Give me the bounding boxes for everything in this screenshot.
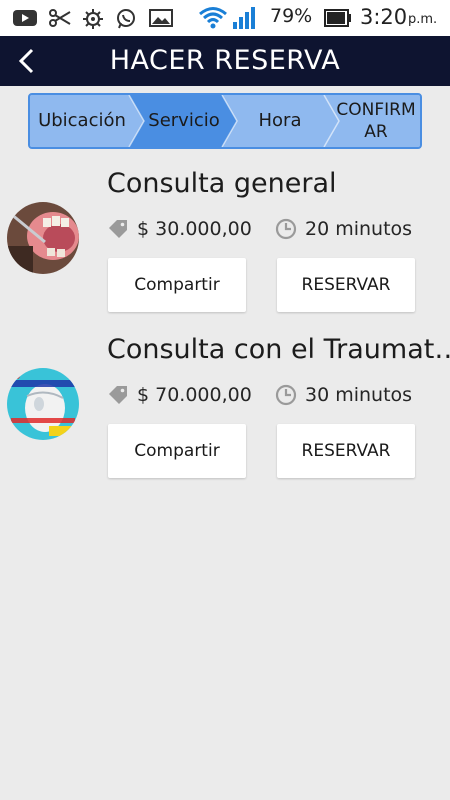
clock-icon	[275, 218, 297, 240]
service-price: $ 70.000,00	[107, 384, 252, 406]
service-avatar-image	[7, 202, 79, 274]
bug-icon	[82, 8, 104, 35]
service-price-text: $ 30.000,00	[137, 218, 252, 240]
whatsapp-icon	[115, 8, 137, 35]
service-avatar-image	[7, 368, 79, 440]
page-title: HACER RESERVA	[109, 45, 341, 76]
battery-percent: 79%	[270, 5, 313, 27]
service-duration: 20 minutos	[275, 218, 412, 240]
service-item: Consulta general $ 30.000,00 20 minutos …	[0, 160, 450, 320]
step-ubicacion-label: Ubicación	[38, 110, 126, 131]
step-hora[interactable]: Hora	[230, 95, 330, 147]
reserve-button[interactable]: RESERVAR	[277, 424, 415, 478]
youtube-icon	[12, 8, 38, 33]
service-item: Consulta con el Traumat… $ 70.000,00 30 …	[0, 326, 450, 486]
scissors-icon	[48, 8, 72, 33]
share-button[interactable]: Compartir	[108, 424, 246, 478]
service-title: Consulta general	[107, 168, 337, 199]
booking-stepper: Ubicación Servicio Hora CONFIRM AR	[28, 93, 422, 149]
status-bar: 79% 3:20 p.m.	[0, 0, 450, 36]
share-button[interactable]: Compartir	[108, 258, 246, 312]
clock-time: 3:20	[360, 5, 408, 29]
service-price: $ 30.000,00	[107, 218, 252, 240]
clock-ampm: p.m.	[408, 12, 438, 27]
service-duration: 30 minutos	[275, 384, 412, 406]
price-tag-icon	[109, 386, 127, 404]
gallery-icon	[149, 8, 173, 33]
step-ubicacion[interactable]: Ubicación	[30, 95, 134, 147]
service-duration-text: 30 minutos	[305, 384, 413, 406]
reserve-button[interactable]: RESERVAR	[277, 258, 415, 312]
step-servicio[interactable]: Servicio	[134, 95, 234, 147]
step-servicio-label: Servicio	[148, 110, 220, 131]
step-confirmar-label-line2: AR	[364, 122, 388, 142]
step-confirmar[interactable]: CONFIRM AR	[332, 95, 420, 147]
battery-icon	[324, 9, 352, 32]
clock-icon	[275, 384, 297, 406]
step-confirmar-label-line1: CONFIRM	[336, 100, 416, 120]
wifi-icon	[198, 5, 228, 34]
app-bar: HACER RESERVA	[0, 36, 450, 86]
signal-icon	[232, 6, 258, 35]
service-duration-text: 20 minutos	[305, 218, 413, 240]
step-hora-label: Hora	[258, 110, 302, 131]
price-tag-icon	[109, 220, 127, 238]
service-price-text: $ 70.000,00	[137, 384, 252, 406]
service-title: Consulta con el Traumat…	[107, 334, 450, 365]
